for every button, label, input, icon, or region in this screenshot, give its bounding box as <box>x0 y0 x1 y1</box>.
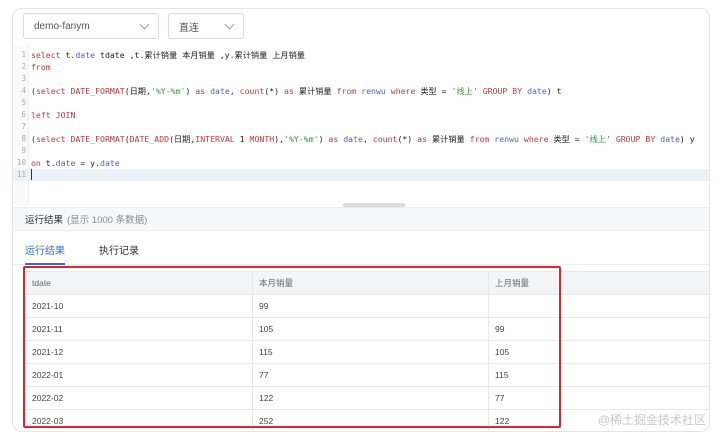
table-cell: 77 <box>252 363 489 387</box>
connection-mode-value: 直连 <box>179 22 199 34</box>
tab-run-result[interactable]: 运行结果 <box>25 242 65 265</box>
results-panel-title: 运行结果 <box>25 215 64 226</box>
table-cell: 2021-11 <box>25 317 253 341</box>
table-row: 2022-01 77 115 <box>25 363 709 387</box>
code-text: select t.date tdate ,t.累计销量 本月销量 ,y.累计销量… <box>31 50 305 60</box>
table-cell <box>488 294 709 318</box>
results-panel-header: 运行结果 (显示 1000 条数据) <box>13 207 709 231</box>
table-row: 2021-12 115 105 <box>25 340 709 364</box>
table-cell: 2021-12 <box>25 340 253 364</box>
table-cell: 115 <box>488 363 709 387</box>
line-number: 3 <box>21 74 26 83</box>
table-cell: 99 <box>488 317 709 341</box>
code-line[interactable]: 11 <box>13 169 709 181</box>
line-number: 2 <box>21 62 26 71</box>
code-line[interactable]: 9 <box>13 145 709 157</box>
line-number: 11 <box>16 170 26 179</box>
line-number: 9 <box>21 146 26 155</box>
code-line[interactable]: 8 (select DATE_FORMAT(DATE_ADD(日期,INTERVA… <box>13 133 709 145</box>
code-line[interactable]: 5 <box>13 97 709 109</box>
watermark: @稀土掘金技术社区 <box>597 413 706 427</box>
line-number: 7 <box>21 122 26 131</box>
results-table: tdate 本月销量 上月销量 2021-10 99 2021-11 105 9… <box>25 271 709 431</box>
sql-editor[interactable]: 1 select t.date tdate ,t.累计销量 本月销量 ,y.累计销… <box>13 45 709 205</box>
code-line[interactable]: 6 left JOIN <box>13 109 709 121</box>
connection-mode-select[interactable]: 直连 <box>168 13 244 39</box>
table-row: 2021-10 99 <box>25 294 709 318</box>
line-number: 4 <box>21 86 26 95</box>
table-cell: 2022-03 <box>25 409 253 431</box>
column-header-tdate[interactable]: tdate <box>25 271 253 295</box>
code-text: (select DATE_FORMAT(日期,'%Y-%m') as date,… <box>31 86 562 96</box>
code-text: left JOIN <box>31 110 76 120</box>
code-line[interactable]: 3 <box>13 73 709 85</box>
results-tabs: 运行结果 执行记录 <box>13 231 709 265</box>
code-text: (select DATE_FORMAT(DATE_ADD(日期,INTERVAL… <box>31 134 695 144</box>
table-cell: 2022-01 <box>25 363 253 387</box>
results-panel-subtitle: (显示 1000 条数据) <box>67 215 148 226</box>
line-number: 6 <box>21 110 26 119</box>
table-cell: 252 <box>252 409 489 431</box>
table-cell: 2022-02 <box>25 386 253 410</box>
chevron-down-icon <box>224 19 235 29</box>
column-header-last-month[interactable]: 上月销量 <box>488 271 709 295</box>
code-line[interactable]: 7 <box>13 121 709 133</box>
database-select[interactable]: demo-fanym <box>23 13 159 39</box>
table-cell: 105 <box>252 317 489 341</box>
table-cell: 115 <box>252 340 489 364</box>
line-number: 5 <box>21 98 26 107</box>
column-header-this-month[interactable]: 本月销量 <box>252 271 489 295</box>
tab-execution-history[interactable]: 执行记录 <box>99 242 139 265</box>
table-cell: 77 <box>488 386 709 410</box>
database-select-value: demo-fanym <box>34 20 90 32</box>
table-cell: 122 <box>252 386 489 410</box>
chevron-down-icon <box>139 19 150 29</box>
line-number: 1 <box>21 50 26 59</box>
table-cell: 99 <box>252 294 489 318</box>
table-row: 2022-02 122 77 <box>25 386 709 410</box>
code-line[interactable]: 10 on t.date = y.date <box>13 157 709 169</box>
results-table-container: tdate 本月销量 上月销量 2021-10 99 2021-11 105 9… <box>25 271 709 431</box>
toolbar: demo-fanym 直连 <box>13 9 709 43</box>
table-header-row: tdate 本月销量 上月销量 <box>25 271 709 295</box>
text-cursor <box>31 169 32 180</box>
line-number: 8 <box>21 134 26 143</box>
table-cell: 105 <box>488 340 709 364</box>
table-cell: 2021-10 <box>25 294 253 318</box>
code-text: on t.date = y.date <box>31 158 120 168</box>
code-text: from <box>31 62 51 72</box>
code-line[interactable]: 1 select t.date tdate ,t.累计销量 本月销量 ,y.累计销… <box>13 49 709 61</box>
code-line[interactable]: 4 (select DATE_FORMAT(日期,'%Y-%m') as date… <box>13 85 709 97</box>
app-window: demo-fanym 直连 1 select t.date tdate ,t.累计… <box>12 8 710 432</box>
code-line[interactable]: 2 from <box>13 61 709 73</box>
table-row: 2021-11 105 99 <box>25 317 709 341</box>
line-number: 10 <box>16 158 26 167</box>
